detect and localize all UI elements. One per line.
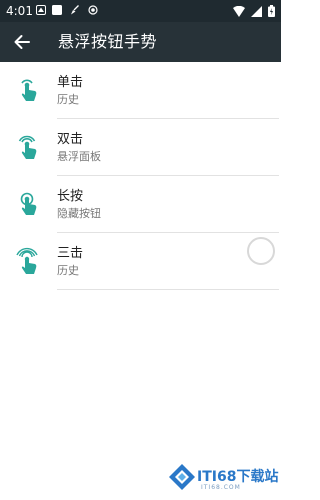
gesture-title: 三击 bbox=[57, 246, 84, 261]
notification-dot-icon bbox=[88, 5, 98, 15]
wifi-icon bbox=[233, 5, 245, 17]
gesture-item-double-tap[interactable]: 双击 悬浮面板 bbox=[0, 119, 281, 176]
watermark-subtext: ITI68.COM bbox=[201, 484, 241, 491]
gesture-title: 单击 bbox=[57, 75, 84, 90]
notification-app-icon bbox=[36, 5, 46, 15]
gesture-action: 隐藏按钮 bbox=[57, 207, 101, 220]
gesture-item-triple-tap[interactable]: 三击 历史 bbox=[0, 233, 281, 290]
app-bar: 悬浮按钮手势 bbox=[0, 22, 281, 62]
battery-icon bbox=[268, 5, 275, 17]
notification-square-icon bbox=[52, 5, 62, 15]
notification-broom-icon bbox=[71, 5, 79, 15]
gesture-item-long-press[interactable]: 长按 隐藏按钮 bbox=[0, 176, 281, 233]
gesture-action: 悬浮面板 bbox=[57, 150, 101, 163]
single-tap-icon bbox=[21, 79, 37, 101]
floating-button[interactable] bbox=[247, 237, 275, 265]
gesture-list: 单击 历史 双击 悬浮面板 长按 隐藏按钮 三击 历史 bbox=[0, 62, 281, 290]
gesture-action: 历史 bbox=[57, 93, 79, 106]
signal-icon bbox=[251, 5, 262, 17]
double-tap-icon bbox=[18, 135, 37, 159]
status-time: 4:01 bbox=[6, 4, 33, 18]
watermark: ITI68下载站 ITI68.COM bbox=[167, 460, 279, 496]
divider bbox=[57, 289, 279, 290]
watermark-text: ITI68下载站 bbox=[197, 469, 279, 485]
page-title: 悬浮按钮手势 bbox=[58, 32, 158, 51]
back-arrow-icon[interactable] bbox=[12, 32, 32, 52]
gesture-action: 历史 bbox=[57, 264, 79, 277]
gesture-title: 双击 bbox=[57, 132, 84, 147]
gesture-item-single-tap[interactable]: 单击 历史 bbox=[0, 62, 281, 119]
long-press-icon bbox=[20, 192, 37, 215]
triple-tap-icon bbox=[16, 247, 38, 274]
status-right-icons bbox=[233, 4, 275, 18]
gesture-title: 长按 bbox=[57, 189, 84, 204]
watermark-logo-icon bbox=[169, 464, 195, 490]
status-bar: 4:01 bbox=[0, 0, 281, 22]
